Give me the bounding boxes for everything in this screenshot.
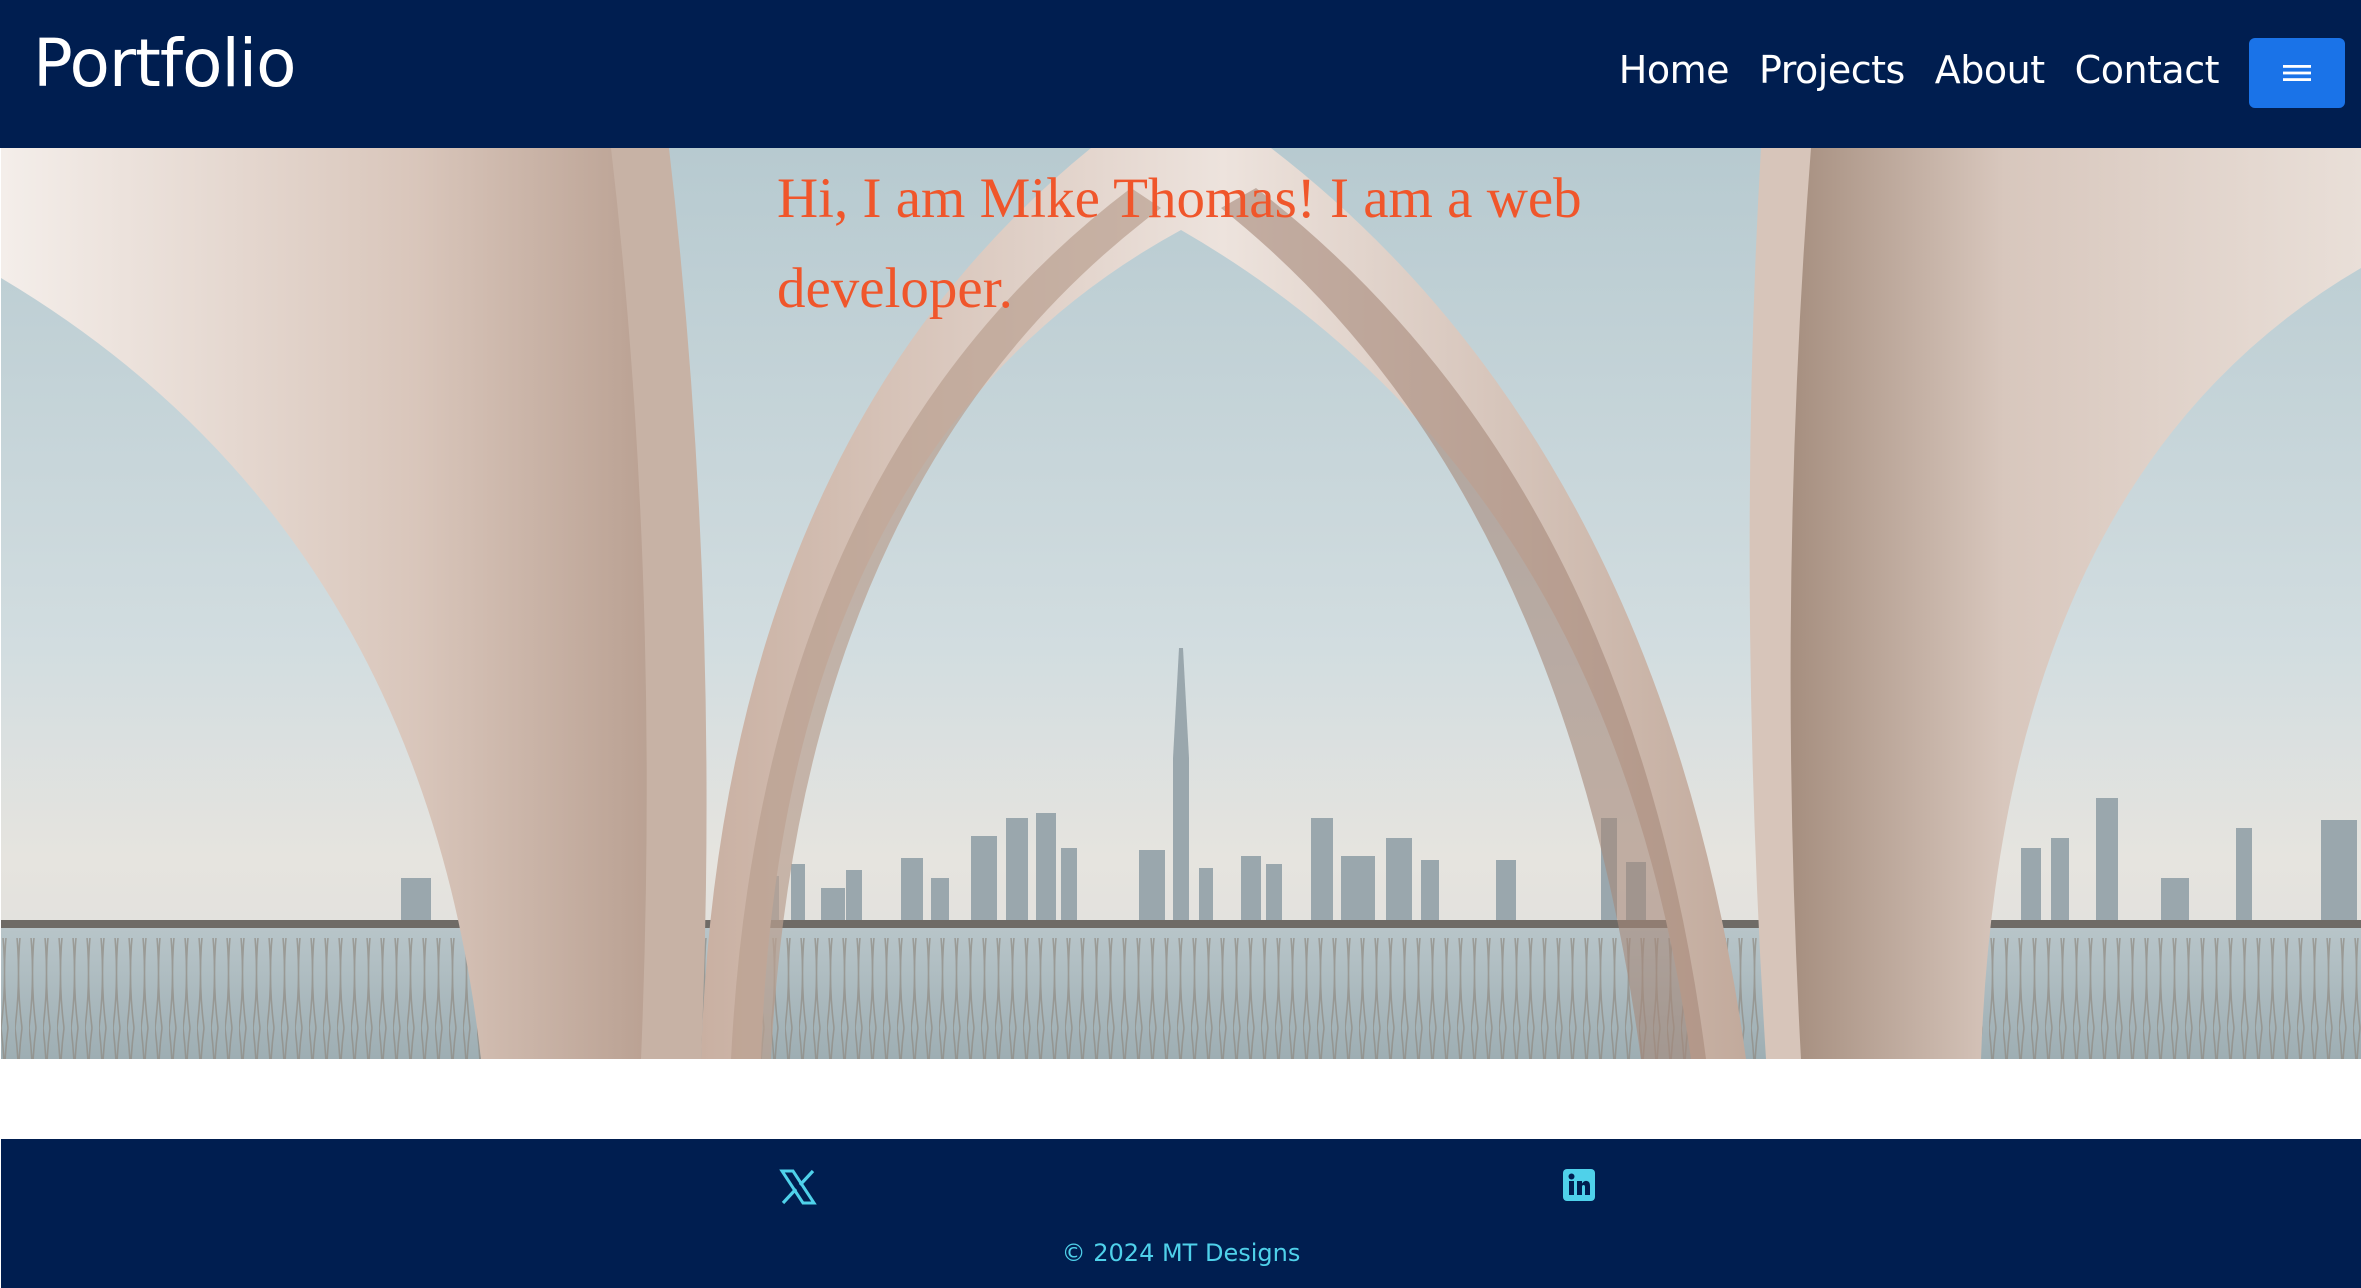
nav-link-about[interactable]: About <box>1935 48 2045 94</box>
nav-link-contact[interactable]: Contact <box>2075 48 2220 94</box>
hero-section: Hi, I am Mike Thomas! I am a web develop… <box>1 148 2361 1059</box>
menu-button[interactable] <box>2249 38 2345 108</box>
brand-logo[interactable]: Portfolio <box>33 26 297 102</box>
hero-headline: Hi, I am Mike Thomas! I am a web develop… <box>777 167 1582 320</box>
x-logo-icon <box>779 1169 817 1205</box>
nav-link-projects[interactable]: Projects <box>1759 48 1905 94</box>
linkedin-icon[interactable] <box>1561 1167 1601 1207</box>
nav-link-home[interactable]: Home <box>1619 48 1730 94</box>
navbar: Portfolio Home Projects About Contact <box>0 0 2361 148</box>
x-twitter-icon[interactable] <box>778 1167 818 1207</box>
nav-links: Home Projects About Contact <box>1619 48 2220 94</box>
linkedin-logo-icon <box>1563 1169 1595 1201</box>
hamburger-icon <box>2283 65 2311 81</box>
copyright-text: © 2024 MT Designs <box>1061 1239 1301 1267</box>
footer: © 2024 MT Designs <box>1 1139 2361 1288</box>
